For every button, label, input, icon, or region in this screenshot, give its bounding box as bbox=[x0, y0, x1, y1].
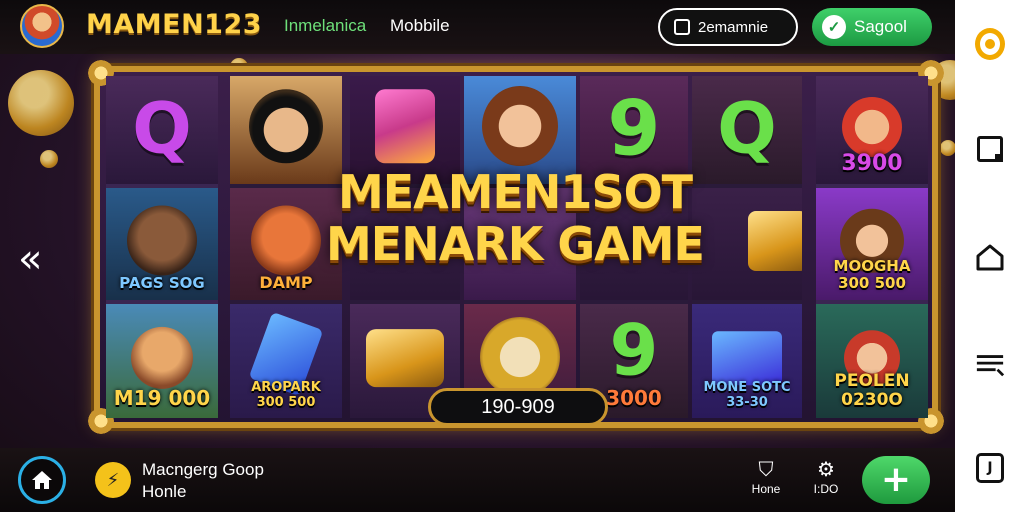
recents-icon[interactable] bbox=[975, 134, 1005, 164]
app-icon[interactable]: ⚡ bbox=[95, 462, 131, 498]
reel-cell[interactable]: PAGS SOG bbox=[106, 188, 218, 300]
login-button-label: Sagool bbox=[854, 17, 907, 36]
title-line-2: MENARK GAME bbox=[326, 217, 705, 271]
settings-mini-label: I:DO bbox=[813, 482, 839, 496]
search-pill-label: 2emamnie bbox=[698, 18, 769, 36]
plus-icon: + bbox=[880, 459, 912, 500]
top-bar: MAMEN123 Inmelanica Mobbile 2emamnie ✓ S… bbox=[0, 0, 955, 54]
chevron-left-icon[interactable]: « bbox=[18, 236, 42, 282]
cell-label: MONE SOTC 33-30 bbox=[703, 380, 791, 410]
cell-label: MOOGHA 300 500 bbox=[833, 257, 911, 292]
scroll-symbol bbox=[375, 89, 435, 164]
cell-label: 3000 bbox=[606, 386, 662, 410]
cell-label: 3900 bbox=[841, 151, 903, 176]
symbol-q: Q bbox=[132, 87, 192, 170]
title-line-1: MEAMEN1SOT bbox=[337, 165, 693, 219]
add-button[interactable]: + bbox=[862, 456, 930, 504]
treasure-scroll-symbol bbox=[366, 329, 444, 388]
home-outline-icon[interactable] bbox=[975, 242, 1005, 272]
reel-cell[interactable]: Q bbox=[106, 76, 218, 184]
cell-label: PAGS SOG bbox=[119, 274, 205, 292]
check-icon: ✓ bbox=[822, 15, 846, 39]
heroine-character bbox=[482, 86, 558, 166]
cat-warrior-character bbox=[480, 317, 560, 397]
coin-decoration bbox=[940, 140, 956, 156]
symbol-q: Q bbox=[717, 87, 777, 170]
symbol-nine: 9 bbox=[609, 309, 659, 392]
reel-cell[interactable]: MOOGHA 300 500 bbox=[816, 188, 928, 300]
coin-decoration bbox=[8, 70, 74, 136]
search-pill[interactable]: 2emamnie bbox=[658, 8, 798, 46]
home-mini-button[interactable]: ⛉ Hone bbox=[746, 458, 786, 496]
home-icon bbox=[32, 471, 52, 489]
gear-icon: ⚙ bbox=[817, 459, 835, 481]
reel-cell[interactable]: M19 000 bbox=[106, 304, 218, 418]
reel-cell[interactable]: MONE SOTC 33-30 bbox=[692, 304, 802, 418]
hero-character bbox=[131, 326, 193, 389]
reel-cell[interactable]: AROPARK 300 500 bbox=[230, 304, 342, 418]
pirate-character bbox=[249, 89, 323, 164]
reel-cell[interactable]: PEOLEN 0230O bbox=[816, 304, 928, 418]
app-title: Macngerg Goop bbox=[142, 460, 264, 479]
symbol-nine: 9 bbox=[607, 83, 661, 173]
golden-scroll-symbol bbox=[747, 211, 802, 271]
balance-display: 190-909 bbox=[428, 388, 608, 426]
home-button[interactable] bbox=[18, 456, 66, 504]
checkbox-icon bbox=[674, 19, 690, 35]
nav-link-2[interactable]: Mobbile bbox=[390, 16, 450, 36]
game-screen: MAMEN123 Inmelanica Mobbile 2emamnie ✓ S… bbox=[0, 0, 1024, 512]
reel-left: Q PAGS SOG M19 000 bbox=[106, 76, 218, 418]
coin-decoration bbox=[40, 150, 58, 168]
reel-cell[interactable]: 3900 bbox=[816, 76, 928, 184]
reel-right: 3900 MOOGHA 300 500 PEOLEN 0230O bbox=[816, 76, 928, 418]
dog-character bbox=[842, 97, 902, 157]
back-icon[interactable]: J bbox=[975, 453, 1005, 483]
system-nav-bar: J bbox=[955, 0, 1024, 512]
avatar[interactable] bbox=[20, 4, 64, 48]
nav-link-1[interactable]: Inmelanica bbox=[284, 16, 366, 36]
cell-label: M19 000 bbox=[113, 386, 211, 410]
brand-logo: MAMEN123 bbox=[86, 9, 263, 40]
cell-label: DAMP bbox=[259, 273, 313, 292]
bottom-bar: ⚡ Macngerg Goop Honle ⛉ Hone ⚙ I:DO + bbox=[0, 448, 955, 512]
cell-label: AROPARK 300 500 bbox=[251, 380, 321, 410]
home-mini-label: Hone bbox=[751, 482, 781, 496]
login-button[interactable]: ✓ Sagool bbox=[812, 8, 932, 46]
shield-icon: ⛉ bbox=[758, 459, 774, 481]
cell-label: PEOLEN 0230O bbox=[834, 371, 910, 410]
app-subtitle: Honle bbox=[142, 482, 187, 501]
target-icon[interactable] bbox=[975, 28, 1005, 60]
treasure-chest-symbol bbox=[712, 331, 782, 386]
menu-icon[interactable] bbox=[975, 350, 1005, 380]
game-title: MEAMEN1SOT MENARK GAME bbox=[300, 166, 730, 270]
settings-mini-button[interactable]: ⚙ I:DO bbox=[806, 458, 846, 496]
wolf-character bbox=[127, 205, 197, 276]
